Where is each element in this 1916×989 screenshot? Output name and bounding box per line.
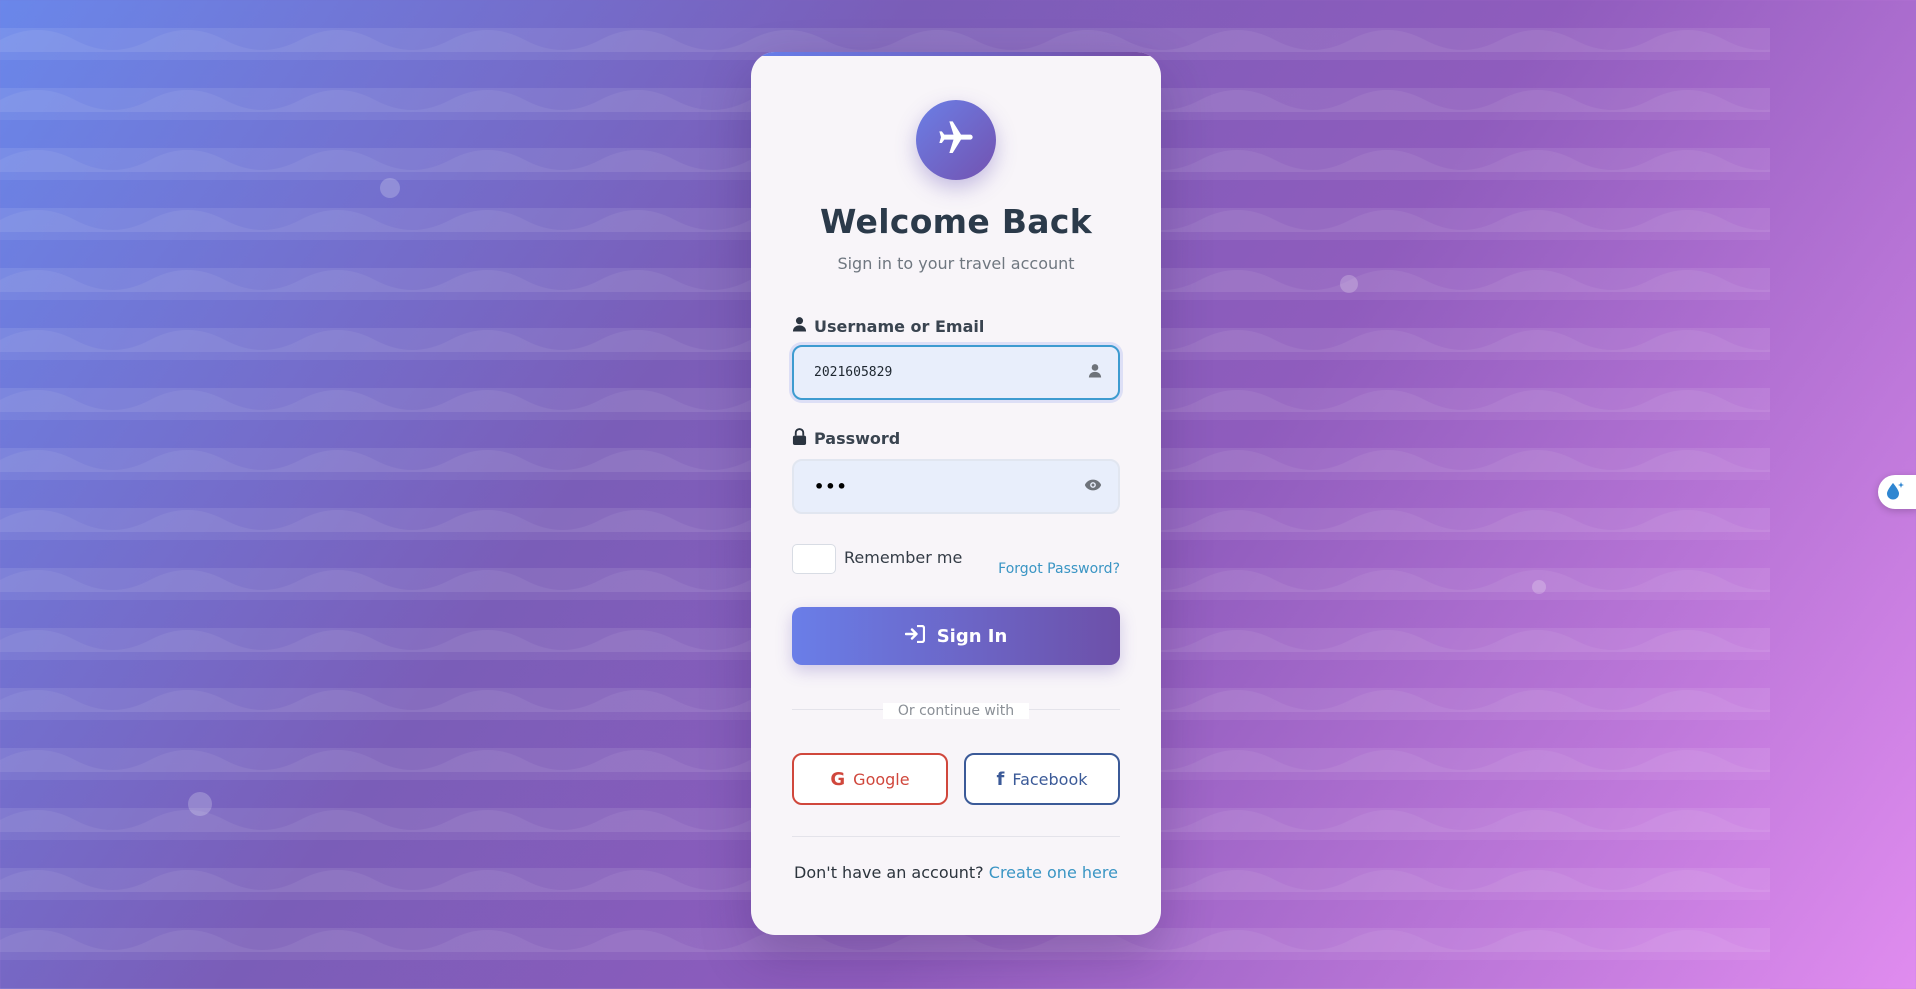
user-icon — [792, 316, 807, 336]
user-icon — [1088, 363, 1102, 382]
decorative-bubble — [380, 178, 400, 198]
decorative-bubble — [188, 792, 212, 816]
facebook-label: Facebook — [1012, 769, 1088, 789]
password-input[interactable]: ••• — [814, 477, 1084, 496]
logo — [916, 100, 996, 180]
decorative-bubble — [1532, 580, 1546, 594]
create-account-link[interactable]: Create one here — [989, 863, 1118, 882]
username-field[interactable] — [792, 345, 1120, 400]
divider-label: Or continue with — [882, 703, 1030, 719]
sign-in-label: Sign In — [936, 625, 1008, 647]
decorative-bubble — [1340, 275, 1358, 293]
login-card: Welcome Back Sign in to your travel acco… — [751, 52, 1161, 935]
username-label: Username or Email — [792, 316, 984, 336]
signup-prompt: Don't have an account? Create one here — [751, 863, 1161, 882]
page-subtitle: Sign in to your travel account — [837, 254, 1075, 273]
forgot-password-link[interactable]: Forgot Password? — [998, 561, 1120, 577]
password-field[interactable]: ••• — [792, 459, 1120, 514]
google-label: Google — [853, 769, 910, 789]
password-label-text: Password — [814, 429, 901, 448]
lock-icon — [792, 428, 807, 449]
google-button[interactable]: G Google — [792, 753, 948, 805]
facebook-button[interactable]: f Facebook — [964, 753, 1120, 805]
divider-label-wrap: Or continue with — [751, 700, 1161, 719]
facebook-icon: f — [996, 768, 1005, 790]
sign-in-icon — [904, 624, 925, 648]
side-widget[interactable] — [1878, 475, 1916, 509]
google-icon: G — [830, 768, 846, 790]
username-label-text: Username or Email — [814, 316, 985, 336]
signup-text: Don't have an account? — [794, 863, 984, 882]
remember-checkbox[interactable] — [792, 544, 836, 574]
sign-in-button[interactable]: Sign In — [792, 607, 1120, 665]
droplet-sparkle-icon — [1884, 480, 1906, 504]
eye-icon[interactable] — [1084, 477, 1102, 496]
airplane-icon — [936, 118, 976, 162]
page-title: Welcome Back — [820, 202, 1092, 241]
password-label: Password — [792, 428, 900, 449]
remember-label: Remember me — [844, 548, 963, 567]
footer-divider — [792, 836, 1120, 837]
username-input[interactable] — [814, 365, 1088, 380]
